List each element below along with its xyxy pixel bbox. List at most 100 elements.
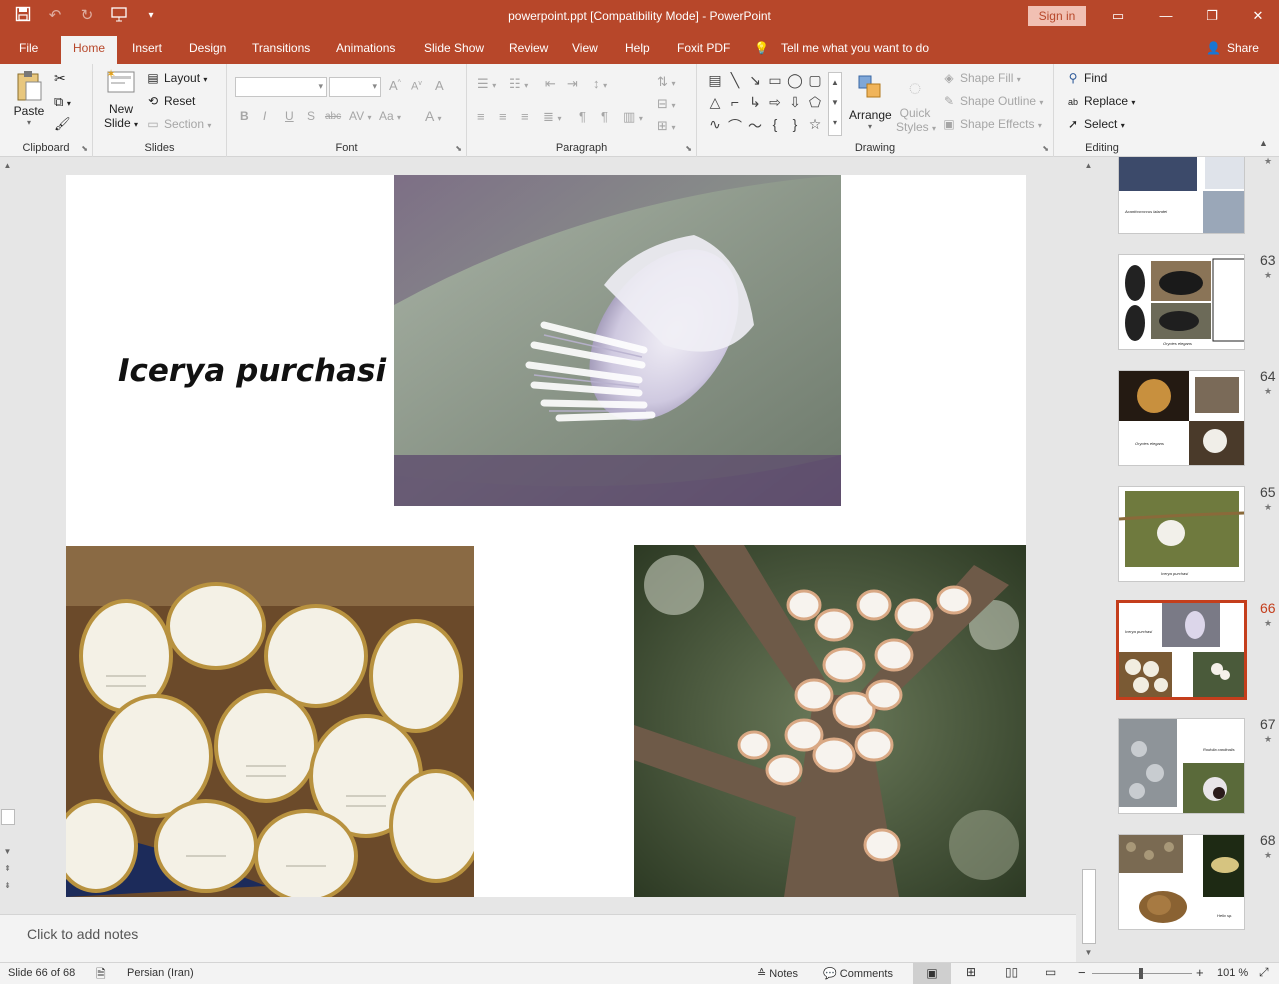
wave-shape-icon[interactable]: 〜	[745, 116, 765, 138]
copy-icon[interactable]: ⧉ ▾	[54, 94, 71, 110]
comments-toggle[interactable]: 💬 Comments	[823, 967, 893, 980]
close-icon[interactable]: ✕	[1238, 4, 1278, 28]
tab-help[interactable]: Help	[625, 41, 650, 55]
arrange-button[interactable]: Arrange ▾	[849, 74, 892, 131]
font-name-dropdown[interactable]: ▾	[235, 77, 327, 97]
slide-canvas[interactable]: Icerya purchasi	[66, 175, 1026, 897]
tab-animations[interactable]: Animations	[336, 41, 395, 55]
normal-view-icon[interactable]: ▣	[913, 963, 951, 984]
find-button[interactable]: ⚲ Find	[1065, 71, 1108, 85]
tab-file[interactable]: File	[19, 41, 38, 55]
align-left-icon[interactable]: ≡	[477, 109, 485, 124]
slide-thumbnail-64[interactable]: Oryctes elegans	[1118, 370, 1245, 466]
zoom-level[interactable]: 101 %	[1217, 967, 1248, 979]
paste-button[interactable]: Paste ▾	[10, 70, 48, 127]
strikethrough-icon[interactable]: abc	[325, 111, 341, 122]
scroll-thumb[interactable]	[1, 809, 15, 825]
slide-thumbnail-62[interactable]: Acanthococcus lalandei	[1118, 157, 1245, 234]
scroll-down-icon[interactable]: ▼	[0, 845, 15, 859]
photo-scale-cluster[interactable]	[66, 546, 474, 897]
font-color-icon[interactable]: A ▾	[425, 108, 441, 124]
share-button[interactable]: 👤 Share	[1206, 41, 1259, 55]
curve-shape-icon[interactable]: ∿	[705, 116, 725, 138]
rounded-rect-shape-icon[interactable]: ▢	[805, 72, 825, 94]
underline-icon[interactable]: U	[285, 109, 294, 123]
shape-fill-button[interactable]: ◈ Shape Fill ▾	[941, 71, 1020, 85]
numbering-icon[interactable]: ☷ ▾	[509, 76, 528, 92]
dialog-launcher-icon[interactable]: ⬊	[81, 144, 88, 153]
tab-insert[interactable]: Insert	[132, 41, 162, 55]
fit-to-window-icon[interactable]: ⤢	[1259, 965, 1269, 980]
italic-icon[interactable]: I	[263, 109, 266, 123]
shapes-gallery[interactable]: ▤ ╲ ↘ ▭ ◯ ▢ △ ⌐ ↳ ⇨ ⇩ ⬠ ∿ ⌒ 〜 { } ☆	[705, 72, 830, 138]
shadow-icon[interactable]: S	[307, 109, 315, 123]
ltr-icon[interactable]: ¶	[601, 109, 608, 124]
line-shape-icon[interactable]: ╲	[725, 72, 745, 94]
decrease-font-icon[interactable]: Av	[411, 80, 422, 93]
down-arrow-shape-icon[interactable]: ⇩	[785, 94, 805, 116]
star-shape-icon[interactable]: ☆	[805, 116, 825, 138]
slide-sorter-icon[interactable]: ⊞	[966, 965, 976, 979]
sign-in-button[interactable]: Sign in	[1028, 6, 1086, 26]
shape-effects-button[interactable]: ▣ Shape Effects ▾	[941, 117, 1042, 131]
shape-outline-button[interactable]: ✎ Shape Outline ▾	[941, 94, 1043, 108]
clear-formatting-icon[interactable]: A	[435, 78, 444, 93]
dialog-launcher-icon[interactable]: ⬊	[455, 144, 462, 153]
justify-icon[interactable]: ≣ ▾	[543, 109, 562, 125]
rectangle-shape-icon[interactable]: ▭	[765, 72, 785, 94]
quick-styles-button[interactable]: ◌ Quick Styles ▾	[896, 72, 936, 134]
cut-icon[interactable]: ✂	[54, 70, 66, 87]
reset-button[interactable]: ⟲ Reset	[145, 94, 195, 108]
select-button[interactable]: ➚ Select ▾	[1065, 117, 1125, 131]
zoom-out-icon[interactable]: −	[1078, 965, 1086, 980]
slide-title[interactable]: Icerya purchasi	[118, 353, 386, 389]
right-brace-icon[interactable]: }	[785, 116, 805, 138]
tab-home[interactable]: Home	[61, 36, 118, 64]
tab-slide-show[interactable]: Slide Show	[424, 41, 484, 55]
format-painter-icon[interactable]: 🖌	[54, 116, 71, 132]
increase-indent-icon[interactable]: ⇥	[567, 76, 578, 92]
scroll-up-icon[interactable]: ▲	[0, 159, 15, 173]
previous-slide-icon[interactable]: ⇞	[0, 862, 15, 876]
photo-scale-on-leaf[interactable]	[394, 175, 841, 506]
minimize-icon[interactable]: —	[1146, 4, 1186, 28]
zoom-slider-thumb[interactable]	[1139, 968, 1143, 979]
scroll-thumb[interactable]	[1082, 869, 1096, 944]
elbow-arrow-icon[interactable]: ↳	[745, 94, 765, 116]
spell-check-icon[interactable]: 🗎	[96, 965, 106, 984]
notes-pane[interactable]: Click to add notes	[0, 914, 1076, 962]
decrease-indent-icon[interactable]: ⇤	[545, 76, 556, 92]
character-spacing-icon[interactable]: AV ▾	[349, 109, 371, 123]
bold-icon[interactable]: B	[240, 109, 249, 123]
columns-icon[interactable]: ▥ ▾	[623, 109, 643, 125]
slide-thumbnail-63[interactable]: Oryctes elegans	[1118, 254, 1245, 350]
align-text-icon[interactable]: ⊟ ▾	[657, 96, 676, 112]
text-direction-icon[interactable]: ⇅ ▾	[657, 74, 676, 90]
slide-thumbnail-65[interactable]: Icerya purchasi	[1118, 486, 1245, 582]
align-center-icon[interactable]: ≡	[499, 109, 507, 124]
dialog-launcher-icon[interactable]: ⬊	[685, 144, 692, 153]
font-size-dropdown[interactable]: ▾	[329, 77, 381, 97]
bullets-icon[interactable]: ☰ ▾	[477, 76, 496, 92]
arrow-shape-icon[interactable]: ↘	[745, 72, 765, 94]
rtl-icon[interactable]: ¶	[579, 109, 586, 124]
tell-me-box[interactable]: 💡 Tell me what you want to do	[754, 41, 929, 55]
zoom-in-icon[interactable]: +	[1196, 965, 1204, 980]
change-case-icon[interactable]: Aa ▾	[379, 109, 401, 123]
oval-shape-icon[interactable]: ◯	[785, 72, 805, 94]
tab-review[interactable]: Review	[509, 41, 548, 55]
slide-thumbnail-68[interactable]: Helix sp.	[1118, 834, 1245, 930]
line-spacing-icon[interactable]: ↕ ▾	[593, 76, 607, 91]
editor-scrollbar[interactable]: ▲ ▼	[1081, 157, 1098, 962]
shapes-gallery-scroll[interactable]: ▲ ▼ ▾	[828, 72, 842, 136]
textbox-shape-icon[interactable]: ▤	[705, 72, 725, 94]
elbow-connector-icon[interactable]: ⌐	[725, 94, 745, 116]
photo-scales-on-branch[interactable]	[634, 545, 1026, 897]
restore-icon[interactable]: ❐	[1192, 4, 1232, 28]
section-button[interactable]: ▭ Section ▾	[145, 117, 211, 131]
next-slide-icon[interactable]: ⇟	[0, 879, 15, 893]
slideshow-view-icon[interactable]: ▭	[1045, 965, 1056, 979]
scroll-down-icon[interactable]: ▼	[1081, 946, 1096, 960]
ribbon-display-options-icon[interactable]: ▭	[1098, 4, 1138, 28]
tab-view[interactable]: View	[572, 41, 598, 55]
